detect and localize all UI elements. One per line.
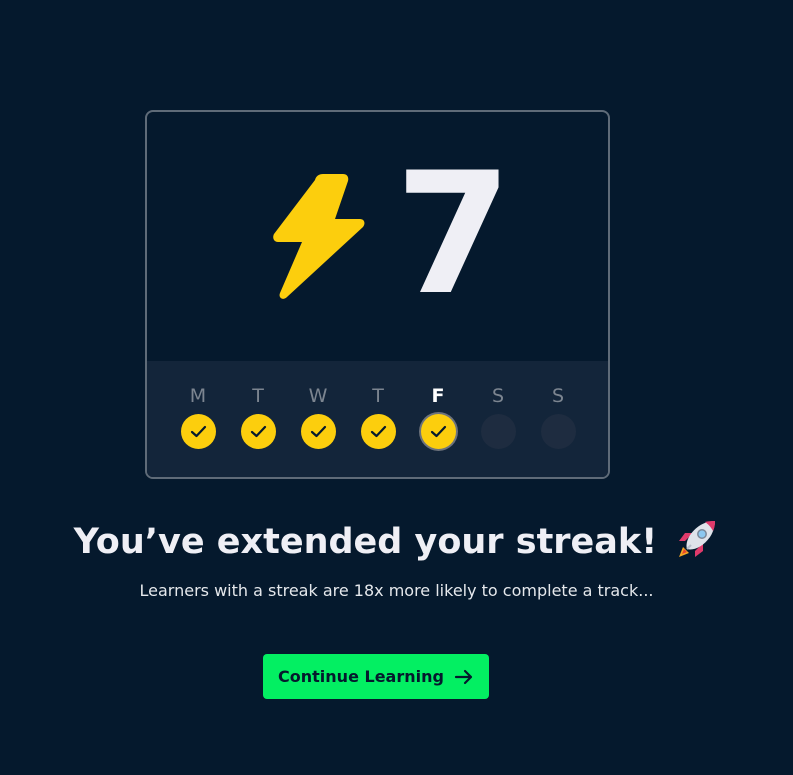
streak-card: 7 M T W T F S S — [145, 110, 610, 479]
streak-celebration-page: 7 M T W T F S S You’ve extended your str… — [0, 0, 793, 775]
day-completed-indicator — [420, 414, 456, 449]
streak-count: 7 — [395, 136, 512, 332]
streak-count-panel: 7 — [147, 112, 608, 361]
day-label: M — [189, 385, 207, 407]
day-label: W — [308, 385, 328, 407]
headline: You’ve extended your streak! — [0, 517, 793, 567]
day-item: W — [298, 385, 338, 449]
day-completed-indicator — [300, 414, 336, 449]
check-icon — [310, 425, 326, 438]
check-icon — [250, 425, 266, 438]
day-label: S — [551, 385, 565, 407]
day-completed-indicator — [360, 414, 396, 449]
week-progress: M T W T F S S — [147, 361, 608, 477]
day-item: T — [238, 385, 278, 449]
headline-text: You’ve extended your streak! — [73, 522, 658, 562]
arrow-right-icon — [454, 669, 473, 684]
day-empty-indicator — [540, 414, 576, 449]
day-label: F — [431, 385, 445, 407]
day-completed-indicator — [240, 414, 276, 449]
day-item: T — [358, 385, 398, 449]
check-icon — [370, 425, 386, 438]
continue-learning-button[interactable]: Continue Learning — [263, 654, 489, 699]
lightning-bolt-icon — [273, 174, 365, 299]
subtext: Learners with a streak are 18x more like… — [139, 581, 654, 600]
day-item: S — [538, 385, 578, 449]
check-icon — [190, 425, 206, 438]
day-empty-indicator — [480, 414, 516, 449]
day-item-current: F — [418, 385, 458, 449]
day-label: T — [252, 385, 264, 407]
day-item: S — [478, 385, 518, 449]
day-label: S — [491, 385, 505, 407]
day-item: M — [178, 385, 218, 449]
rocket-icon — [679, 521, 716, 557]
day-label: T — [372, 385, 384, 407]
check-icon — [430, 425, 446, 438]
continue-learning-label: Continue Learning — [278, 667, 444, 686]
day-completed-indicator — [180, 414, 216, 449]
